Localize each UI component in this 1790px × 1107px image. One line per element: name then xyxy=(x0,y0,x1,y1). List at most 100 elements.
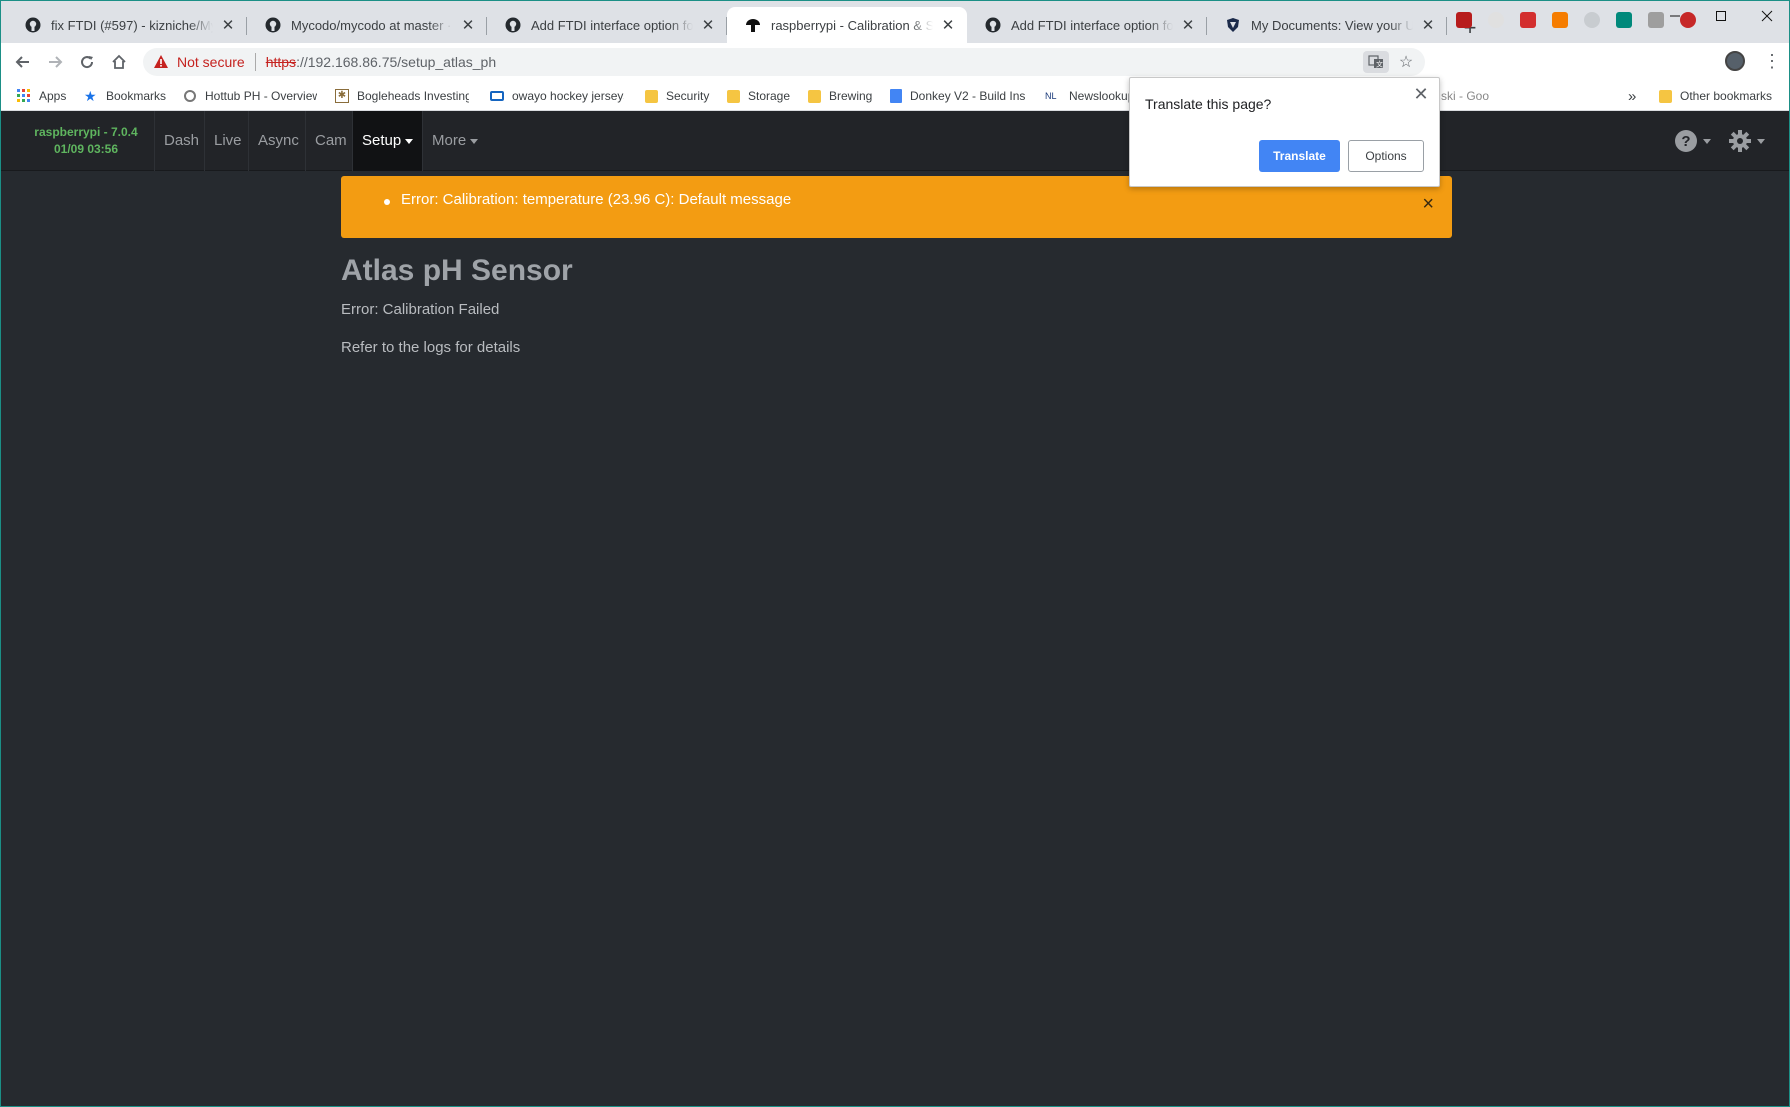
close-icon[interactable]: ✕ xyxy=(219,16,237,34)
app-navbar: raspberrypi - 7.0.4 01/09 03:56 Dash Liv… xyxy=(1,111,1789,171)
translate-popup: Translate this page? ✕ Translate Options xyxy=(1129,77,1440,187)
tab-title: Add FTDI interface option for Atlas xyxy=(1011,17,1173,33)
caret-down-icon xyxy=(470,138,479,144)
maximize-icon xyxy=(1716,11,1726,21)
warning-icon[interactable] xyxy=(153,54,169,70)
close-window-button[interactable] xyxy=(1744,1,1790,31)
bookmark-label: Bogleheads Investing xyxy=(357,89,469,103)
bookmark-other[interactable]: Other bookmarks xyxy=(1659,87,1772,105)
caret-down-icon xyxy=(1703,138,1711,144)
nav-dash[interactable]: Dash xyxy=(154,111,208,171)
tab-add-ftdi-2[interactable]: Add FTDI interface option for Atlas ✕ xyxy=(967,7,1207,43)
browser-menu-icon[interactable]: ⋮ xyxy=(1763,49,1781,73)
nav-async[interactable]: Async xyxy=(248,111,308,171)
close-icon[interactable]: ✕ xyxy=(1411,84,1431,104)
skype-icon[interactable] xyxy=(1584,12,1600,28)
forward-button[interactable] xyxy=(41,48,69,76)
address-bar[interactable]: Not secure https ://192.168.86.75/setup_… xyxy=(143,48,1425,76)
bookmark-newslookup[interactable]: NL Newslookup xyxy=(1045,87,1131,105)
popup-title: Translate this page? xyxy=(1145,96,1272,112)
ublock-icon[interactable] xyxy=(1456,12,1472,28)
brand[interactable]: raspberrypi - 7.0.4 01/09 03:56 xyxy=(21,124,151,158)
bookmark-bookmarks[interactable]: ★ Bookmarks xyxy=(84,87,166,105)
ad-extension-icon[interactable] xyxy=(1680,12,1696,28)
bookmark-label: Brewing xyxy=(829,89,873,103)
github-icon xyxy=(985,17,1001,33)
bookmark-apps[interactable]: Apps xyxy=(17,87,66,105)
maximize-button[interactable] xyxy=(1698,1,1744,31)
s-grey-extension-icon[interactable] xyxy=(1648,12,1664,28)
translate-icon[interactable]: 文 xyxy=(1363,51,1389,73)
question-circle-icon: ? xyxy=(1675,130,1697,152)
lastpass-icon[interactable] xyxy=(1520,12,1536,28)
forward-arrow-icon xyxy=(49,56,63,68)
security-label[interactable]: Not secure xyxy=(177,54,245,70)
options-button[interactable]: Options xyxy=(1348,140,1424,172)
bookmark-bogleheads[interactable]: ✱ Bogleheads Investing xyxy=(335,87,469,105)
brand-time: 01/09 03:56 xyxy=(53,142,119,156)
help-dropdown[interactable]: ? xyxy=(1674,128,1711,154)
translate-button[interactable]: Translate xyxy=(1259,140,1340,172)
log-hint: Refer to the logs for details xyxy=(341,339,521,356)
settings-dropdown[interactable] xyxy=(1728,128,1765,154)
folder-icon xyxy=(727,89,740,103)
bookmarks-overflow-chevron[interactable]: » xyxy=(1628,87,1636,105)
close-icon[interactable]: ✕ xyxy=(1419,16,1437,34)
profile-avatar[interactable] xyxy=(1725,51,1745,71)
bookmarks-bar: Apps ★ Bookmarks Hottub PH - Overview ✱ … xyxy=(1,81,1789,111)
nav-live[interactable]: Live xyxy=(204,111,251,171)
honey-icon[interactable] xyxy=(1552,12,1568,28)
github-icon xyxy=(25,17,41,33)
bookmark-brewing[interactable]: Brewing xyxy=(808,87,872,105)
bookmark-label: Bookmarks xyxy=(106,89,167,103)
bookmark-security[interactable]: Security xyxy=(645,87,709,105)
star-icon: ★ xyxy=(84,88,97,104)
svg-text:?: ? xyxy=(1681,133,1690,150)
tab-title: Add FTDI interface option for Atlas xyxy=(531,17,693,33)
folder-icon xyxy=(808,89,821,103)
s-extension-icon[interactable] xyxy=(1616,12,1632,28)
browser-toolbar: Not secure https ://192.168.86.75/setup_… xyxy=(1,43,1789,81)
url-scheme: https xyxy=(265,54,297,70)
bookmark-goo[interactable]: ski - Goo xyxy=(1441,87,1489,105)
bookmark-owayo[interactable]: owayo hockey jerseys xyxy=(490,87,624,105)
brand-host: raspberrypi - 7.0.4 xyxy=(34,125,138,139)
close-icon[interactable]: ✕ xyxy=(1179,16,1197,34)
gear-icon xyxy=(1729,130,1751,152)
tab-mycodo-master[interactable]: Mycodo/mycodo at master · kizniche ✕ xyxy=(247,7,487,43)
close-icon[interactable]: ✕ xyxy=(699,16,717,34)
close-icon[interactable]: ✕ xyxy=(459,16,477,34)
extension-circle-icon[interactable] xyxy=(1488,12,1504,28)
hottub-icon xyxy=(183,89,197,103)
bookmark-hottub[interactable]: Hottub PH - Overview xyxy=(183,87,317,105)
bookmark-label: Security xyxy=(666,89,710,103)
bookmark-donkey[interactable]: Donkey V2 - Build Ins xyxy=(890,87,1028,105)
back-button[interactable] xyxy=(9,48,37,76)
owayo-icon xyxy=(490,91,504,101)
close-window-icon xyxy=(1761,10,1773,22)
tab-title: Mycodo/mycodo at master · kizniche xyxy=(291,17,453,33)
nav-cam[interactable]: Cam xyxy=(305,111,356,171)
home-button[interactable] xyxy=(105,48,133,76)
close-icon[interactable]: ✕ xyxy=(939,16,957,34)
bookmark-storage[interactable]: Storage xyxy=(727,87,790,105)
github-icon xyxy=(505,17,521,33)
docs-icon xyxy=(890,89,902,103)
folder-icon xyxy=(645,89,658,103)
nav-more[interactable]: More xyxy=(422,111,487,171)
nav-setup[interactable]: Setup xyxy=(352,111,423,171)
nl-icon: NL xyxy=(1045,91,1057,101)
usaa-icon xyxy=(1225,17,1241,33)
error-message: Error: Calibration Failed xyxy=(341,301,500,318)
tab-raspberrypi-calibration[interactable]: raspberrypi - Calibration & Setup ✕ xyxy=(727,7,967,43)
alert-close-button[interactable]: × xyxy=(1422,192,1434,216)
page-title: Atlas pH Sensor xyxy=(341,254,573,287)
bookmark-label: Donkey V2 - Build Ins xyxy=(910,89,1026,103)
bookmark-label: Other bookmarks xyxy=(1680,89,1773,103)
reload-button[interactable] xyxy=(73,48,101,76)
bookmark-star-icon[interactable]: ☆ xyxy=(1395,51,1417,73)
tab-usaa[interactable]: My Documents: View your USAA ✕ xyxy=(1207,7,1447,43)
nav-more-label: More xyxy=(432,132,467,149)
tab-fix-ftdi[interactable]: fix FTDI (#597) - kizniche/Mycodo ✕ xyxy=(7,7,247,43)
tab-add-ftdi-1[interactable]: Add FTDI interface option for Atlas ✕ xyxy=(487,7,727,43)
